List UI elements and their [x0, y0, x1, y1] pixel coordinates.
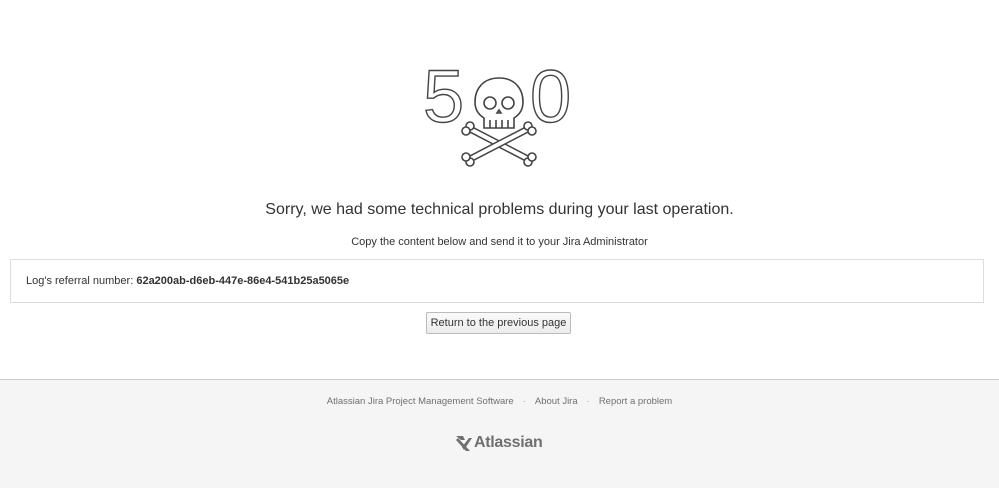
code-digit-right: 0: [530, 60, 571, 138]
error-page: 5 0 Sorry, we had some technical problem…: [0, 0, 999, 488]
skull-icon: [474, 77, 524, 129]
skull-crossbones-icon: 5 0: [422, 54, 572, 167]
footer-links: Atlassian Jira Project Management Softwa…: [0, 396, 999, 407]
error-headline: Sorry, we had some technical problems du…: [265, 201, 734, 218]
error-instruction: Copy the content below and send it to yo…: [351, 236, 648, 248]
log-referral-line: Log's referral number: 62a200ab-d6eb-447…: [26, 275, 349, 287]
footer-link-jira-software[interactable]: Atlassian Jira Project Management Softwa…: [327, 396, 514, 407]
atlassian-logo-icon: [456, 436, 472, 451]
return-previous-page-button[interactable]: Return to the previous page: [426, 312, 571, 334]
atlassian-wordmark: Atlassian: [474, 434, 543, 451]
footer: Atlassian Jira Project Management Softwa…: [0, 379, 999, 488]
main-content: 5 0 Sorry, we had some technical problem…: [0, 0, 999, 379]
footer-separator: ·: [522, 396, 526, 407]
log-referral-label: Log's referral number:: [26, 275, 134, 287]
footer-separator: ·: [586, 396, 590, 407]
footer-link-report-problem[interactable]: Report a problem: [599, 396, 672, 407]
log-referral-number[interactable]: 62a200ab-d6eb-447e-86e4-541b25a5065e: [136, 275, 349, 287]
log-referral-box: Log's referral number: 62a200ab-d6eb-447…: [10, 259, 984, 303]
footer-link-about-jira[interactable]: About Jira: [535, 396, 578, 407]
code-digit-left: 5: [423, 60, 464, 138]
error-500-graphic: 5 0: [420, 54, 580, 172]
atlassian-logo[interactable]: Atlassian: [455, 432, 543, 454]
